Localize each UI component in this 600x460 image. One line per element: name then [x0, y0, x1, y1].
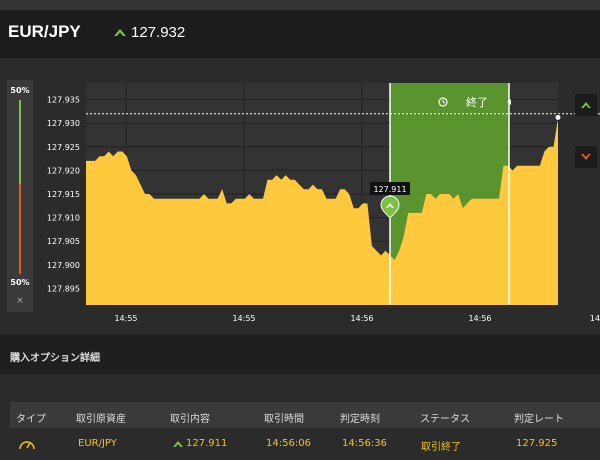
table-row[interactable]: EUR/JPY 127.911 14:56:06 14:56:36 取引終了 1… [10, 428, 600, 460]
y-tick-label: 127.915 [47, 190, 80, 199]
up-arrow-icon [114, 29, 126, 36]
col-status: ステータス [420, 414, 470, 425]
current-price: 127.932 [131, 24, 186, 41]
put-button[interactable] [575, 146, 597, 168]
x-tick-label: 14:55 [232, 314, 255, 323]
y-tick-label: 127.920 [47, 166, 80, 175]
gauge-type-icon [19, 441, 35, 450]
call-button[interactable] [575, 94, 597, 116]
x-tick-label: 14:55 [114, 314, 137, 323]
up-arrow-icon [581, 102, 591, 108]
y-tick-label: 127.910 [47, 214, 80, 223]
table-header: タイプ 取引原資産 取引内容 取引時間 判定時刻 ステータス 判定レート [10, 402, 600, 428]
col-asset: 取引原資産 [76, 414, 126, 425]
x-tick-label: 14 [590, 314, 600, 323]
entry-price-label: 127.911 [373, 185, 406, 194]
col-content: 取引内容 [170, 414, 210, 425]
section-header: 購入オプション詳細 [0, 334, 600, 374]
section-title: 購入オプション詳細 [10, 353, 100, 364]
row-trade-time: 14:56:06 [266, 438, 311, 449]
asset-header: EUR/JPY 127.932 [0, 10, 600, 58]
row-judge-time: 14:56:36 [342, 438, 387, 449]
col-rate: 判定レート [514, 414, 564, 425]
col-judge-time: 判定時刻 [340, 414, 380, 425]
x-tick-label: 14:56 [350, 314, 373, 323]
chart-area: 50% 50% × 14:55 14:55 14:56 14:56 14 127.935… [0, 58, 600, 334]
row-content: 127.911 [186, 438, 228, 449]
up-arrow-icon [173, 441, 183, 447]
asset-pair-title: EUR/JPY [8, 22, 81, 41]
top-strip [0, 0, 600, 10]
row-asset: EUR/JPY [78, 438, 117, 449]
down-arrow-icon [581, 154, 591, 160]
y-tick-label: 127.935 [47, 96, 80, 105]
row-status: 取引終了 [421, 442, 461, 453]
x-tick-label: 14:56 [468, 314, 491, 323]
col-type: タイプ [16, 414, 46, 425]
price-chart: 14:55 14:55 14:56 14:56 14 127.935 127.930 127… [47, 83, 600, 323]
row-rate: 127.925 [516, 438, 558, 449]
expiry-label: 終了 [466, 95, 488, 109]
y-tick-label: 127.895 [47, 284, 80, 293]
y-tick-label: 127.930 [47, 119, 80, 128]
y-tick-label: 127.925 [47, 143, 80, 152]
y-tick-label: 127.905 [47, 237, 80, 246]
col-trade-time: 取引時間 [264, 414, 304, 425]
y-tick-label: 127.900 [47, 261, 80, 270]
current-price-dot [554, 113, 562, 121]
